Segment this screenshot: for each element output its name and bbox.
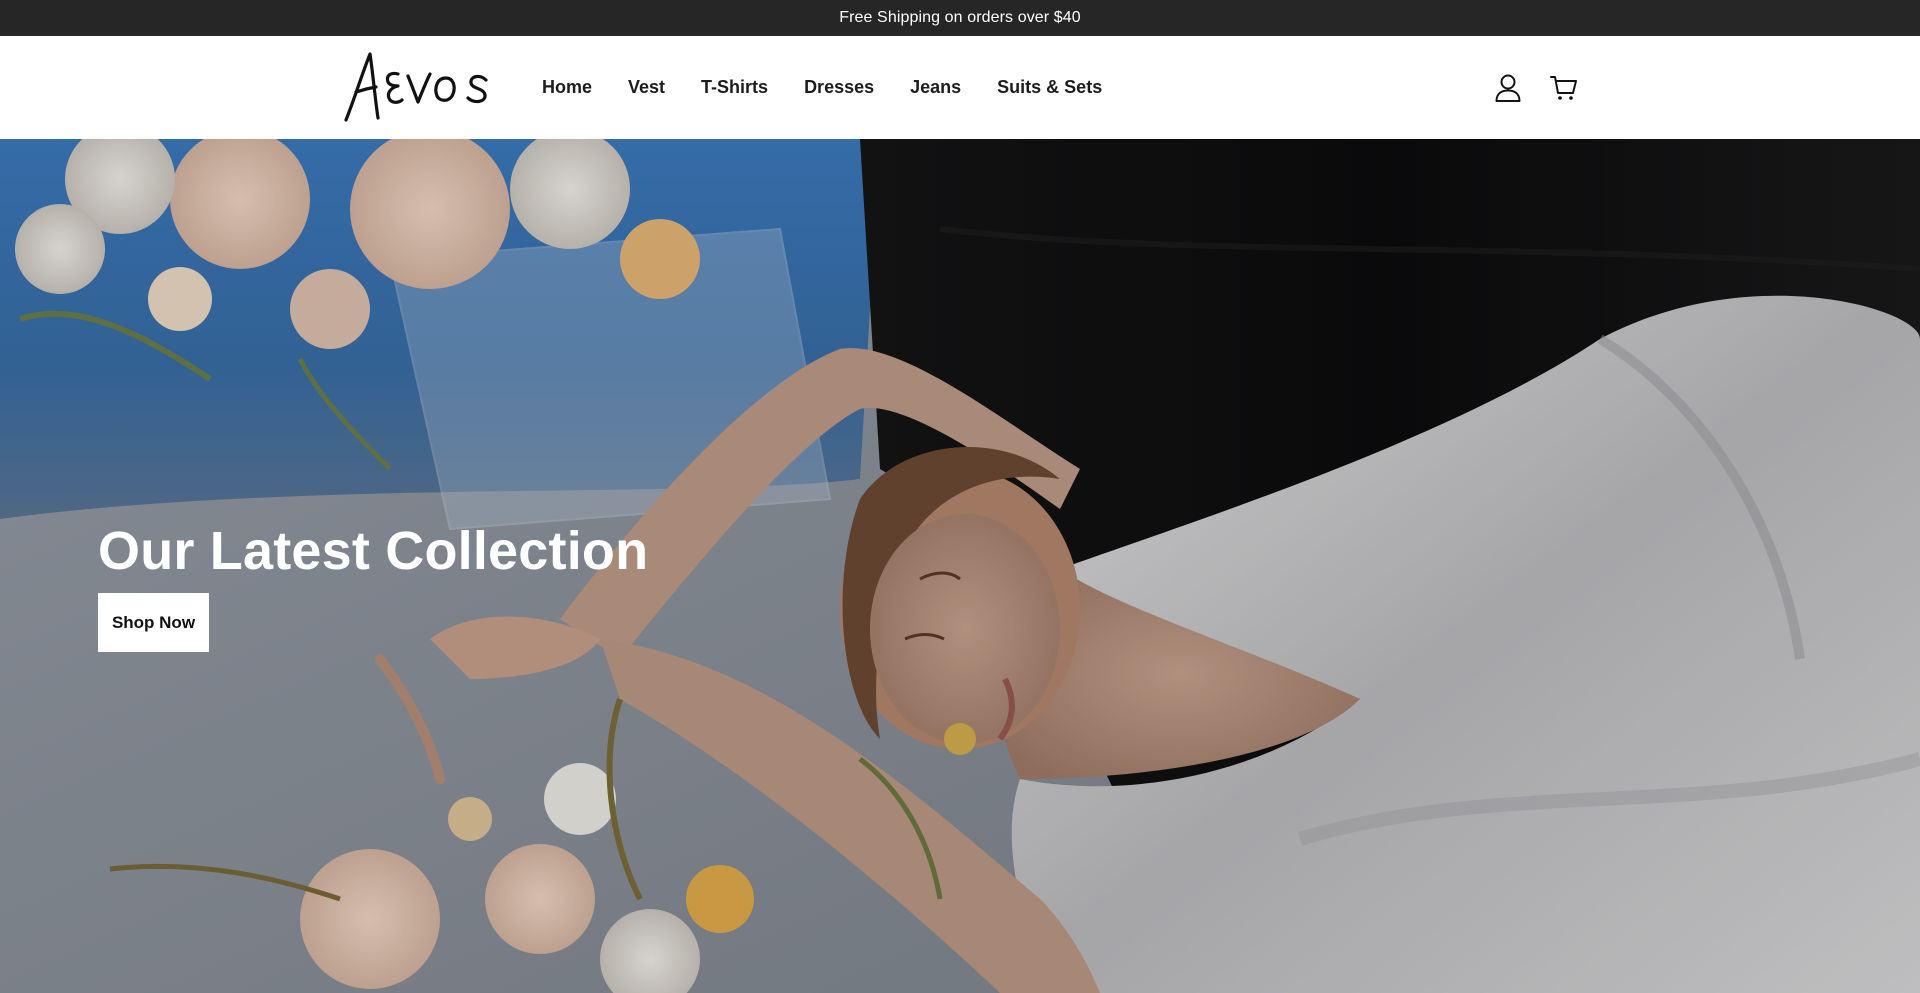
announcement-text: Free Shipping on orders over $40 <box>839 9 1081 26</box>
nav-item-t-shirts[interactable]: T-Shirts <box>701 77 768 98</box>
hero-banner: Our Latest Collection Shop Now <box>0 139 1920 993</box>
store-logo[interactable] <box>342 52 490 122</box>
nav-item-vest[interactable]: Vest <box>628 77 665 98</box>
cart-button[interactable] <box>1546 70 1582 106</box>
main-nav: Home Vest T-Shirts Dresses Jeans Suits &… <box>542 36 1138 139</box>
site-header: Home Vest T-Shirts Dresses Jeans Suits &… <box>0 36 1920 139</box>
hero-content: Our Latest Collection Shop Now <box>98 519 648 652</box>
nav-item-jeans[interactable]: Jeans <box>910 77 961 98</box>
account-icon <box>1495 74 1521 102</box>
aevos-wordmark <box>344 52 488 122</box>
account-button[interactable] <box>1490 70 1526 106</box>
header-actions <box>1490 70 1582 106</box>
nav-item-suits-sets[interactable]: Suits & Sets <box>997 77 1102 98</box>
nav-item-dresses[interactable]: Dresses <box>804 77 874 98</box>
announcement-bar: Free Shipping on orders over $40 <box>0 0 1920 36</box>
shop-now-button[interactable]: Shop Now <box>98 593 209 652</box>
cart-icon <box>1550 76 1577 100</box>
nav-item-home[interactable]: Home <box>542 77 592 98</box>
hero-title: Our Latest Collection <box>98 521 649 581</box>
